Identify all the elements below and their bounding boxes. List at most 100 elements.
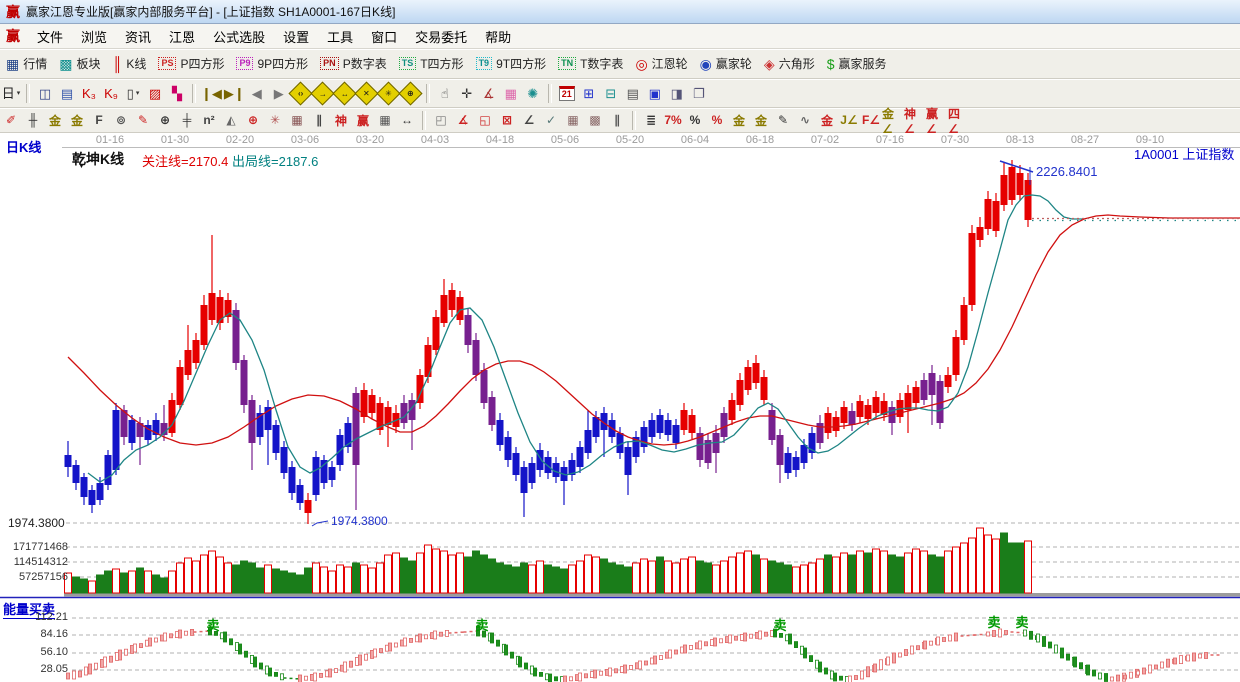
menu-item-formula-stock-pick[interactable]: 公式选股 [204, 25, 274, 48]
toolbar-button-quotes[interactable]: ▦ 行情 [0, 53, 53, 74]
tool-candle-pen[interactable]: ✎ [772, 110, 794, 130]
toolbar-button-9p-square[interactable]: P9 9P四方形 [230, 53, 314, 74]
tool-prev-page[interactable]: ◀ [247, 83, 267, 103]
tool-percent-lines[interactable]: % [706, 110, 728, 130]
tool-gold-red-lines[interactable]: 金 [816, 110, 838, 130]
tool-expand-horizontal[interactable]: ↔ [332, 80, 357, 106]
tool-dense-grid-1[interactable]: ▦ [562, 110, 584, 130]
tool-j-angle[interactable]: J∠ [838, 110, 860, 130]
tool-box-fan[interactable]: ◱ [474, 110, 496, 130]
toolbar-button-9t-square[interactable]: T9 9T四方形 [470, 53, 553, 74]
tool-n-squared[interactable]: n² [198, 110, 220, 130]
tool-tick-tool[interactable]: ∥ [308, 110, 330, 130]
tool-bars-tool[interactable]: ≣ [640, 110, 662, 130]
toolbar-button-winner-service[interactable]: $ 赢家服务 [821, 53, 893, 74]
tool-save[interactable]: ▣ [645, 83, 665, 103]
tool-v-check[interactable]: ✓ [540, 110, 562, 130]
tool-comb-grid-2[interactable]: ╪ [176, 110, 198, 130]
tool-width-arrows[interactable]: ↔ [396, 110, 418, 130]
tool-pink-grid-tool[interactable]: ▦ [501, 83, 521, 103]
oscillator-bar [1179, 655, 1184, 665]
tool-k3-chart[interactable]: K₃ [79, 83, 99, 103]
menu-item-browse[interactable]: 浏览 [72, 25, 116, 48]
chart-canvas[interactable] [0, 133, 1240, 682]
tool-si-angle[interactable]: 四∠ [948, 107, 970, 136]
tool-red-pen[interactable]: ✎ [132, 110, 154, 130]
tool-kline-style-dropdown[interactable]: 日 ▾ [1, 83, 21, 103]
tool-gann-frame[interactable]: ▨ [145, 83, 165, 103]
tool-drag-hand[interactable]: ☝ [435, 83, 455, 103]
tool-analysis-tool[interactable]: ✺ [523, 83, 543, 103]
tool-wave-tool[interactable]: ∿ [794, 110, 816, 130]
tool-k9-chart[interactable]: K₉ [101, 83, 121, 103]
menu-item-trade-entrust[interactable]: 交易委托 [406, 25, 476, 48]
tool-next-page[interactable]: ▶ [269, 83, 289, 103]
toolbar-button-gann-wheel[interactable]: ◎ 江恩轮 [629, 53, 693, 74]
tool-fit-view[interactable]: ⊕ [398, 80, 423, 106]
tool-spiral[interactable]: ⊚ [110, 110, 132, 130]
tool-fan-lines[interactable]: ∡ [452, 110, 474, 130]
tool-notes[interactable]: ▤ [623, 83, 643, 103]
toolbar-button-p-square[interactable]: PS P四方形 [152, 53, 230, 74]
tool-shen-tool[interactable]: 神 [330, 110, 352, 130]
toolbar-button-sectors[interactable]: ▩ 板块 [53, 53, 106, 74]
toolbar-button-p-number-table[interactable]: PN P数字表 [314, 53, 393, 74]
tool-shen-angle[interactable]: 神∠ [904, 107, 926, 136]
tool-angle-lines[interactable]: ∠ [518, 110, 540, 130]
tool-brush[interactable]: ✐ [0, 110, 22, 130]
tool-zoom-horizontal[interactable]: ‹› [288, 80, 313, 106]
tool-full-view[interactable]: ✳ [376, 80, 401, 106]
tool-f-angle[interactable]: F∠ [860, 110, 882, 130]
tool-first-page[interactable]: ❙◀ [201, 83, 222, 103]
menu-item-settings[interactable]: 设置 [274, 25, 318, 48]
menu-item-gann[interactable]: 江恩 [160, 25, 204, 48]
tool-gold-grid-2[interactable]: 金 [66, 110, 88, 130]
tool-ying-angle[interactable]: 赢∠ [926, 107, 948, 136]
tool-gold-circle[interactable]: 金 [728, 110, 750, 130]
tool-angle-measure[interactable]: ∡ [479, 83, 499, 103]
tool-compress[interactable]: ✕ [354, 80, 379, 106]
toolbar-button-t-square[interactable]: TS T四方形 [393, 53, 470, 74]
menu-item-file[interactable]: 文件 [28, 25, 72, 48]
kline-type-arrow-icon[interactable]: ▼ [78, 163, 85, 170]
tool-capture[interactable]: ◨ [667, 83, 687, 103]
tool-dense-grid-2[interactable]: ▩ [584, 110, 606, 130]
tool-gold-grid-1[interactable]: 金 [44, 110, 66, 130]
tool-candle-style-dropdown[interactable]: ▯ ▾ [123, 83, 143, 103]
tool-parallel-lines[interactable]: ∥ [606, 110, 628, 130]
toolbar-button-winner-wheel[interactable]: ◉ 赢家轮 [694, 53, 758, 74]
menu-item-help[interactable]: 帮助 [476, 25, 520, 48]
tool-color-chart[interactable]: ▚ [167, 83, 187, 103]
tool-calculator[interactable]: ⊞ [579, 83, 599, 103]
volume-bar [224, 562, 232, 594]
tool-shift-right[interactable]: → [310, 80, 335, 106]
tool-box-x[interactable]: ⊠ [496, 110, 518, 130]
tool-red-target[interactable]: ⊕ [242, 110, 264, 130]
toolbar-button-kline[interactable]: ║ K线 [107, 53, 153, 74]
tool-window-box[interactable]: ◰ [430, 110, 452, 130]
tool-comb-grid[interactable]: ╫ [22, 110, 44, 130]
tool-grid-123[interactable]: ▦ [374, 110, 396, 130]
tool-calendar[interactable]: 21 [557, 83, 577, 103]
tool-box-grid[interactable]: ▦ [286, 110, 308, 130]
menu-item-tools[interactable]: 工具 [318, 25, 362, 48]
toolbar-button-t-number-table[interactable]: TN T数字表 [552, 53, 629, 74]
tool-f-grid[interactable]: F [88, 110, 110, 130]
tool-tile-windows[interactable]: ◫ [35, 83, 55, 103]
menu-item-window[interactable]: 窗口 [362, 25, 406, 48]
tool-gold-lines[interactable]: 金 [750, 110, 772, 130]
tool-percent[interactable]: % [684, 110, 706, 130]
tool-circle-grid[interactable]: ⊕ [154, 110, 176, 130]
toolbar-button-hexagon[interactable]: ◈ 六角形 [758, 53, 821, 74]
tool-gold-angle[interactable]: 金∠ [882, 107, 904, 136]
tool-angle-tool[interactable]: ◭ [220, 110, 242, 130]
tool-seven-percent[interactable]: 7% [662, 110, 684, 130]
tool-data-table[interactable]: ⊟ [601, 83, 621, 103]
tool-last-page[interactable]: ▶❙ [224, 83, 245, 103]
tool-ying-tool[interactable]: 赢 [352, 110, 374, 130]
menu-item-news[interactable]: 资讯 [116, 25, 160, 48]
tool-info-panel[interactable]: ▤ [57, 83, 77, 103]
tool-print[interactable]: ❐ [689, 83, 709, 103]
tool-crosshair[interactable]: ✛ [457, 83, 477, 103]
tool-star-grid[interactable]: ✳ [264, 110, 286, 130]
